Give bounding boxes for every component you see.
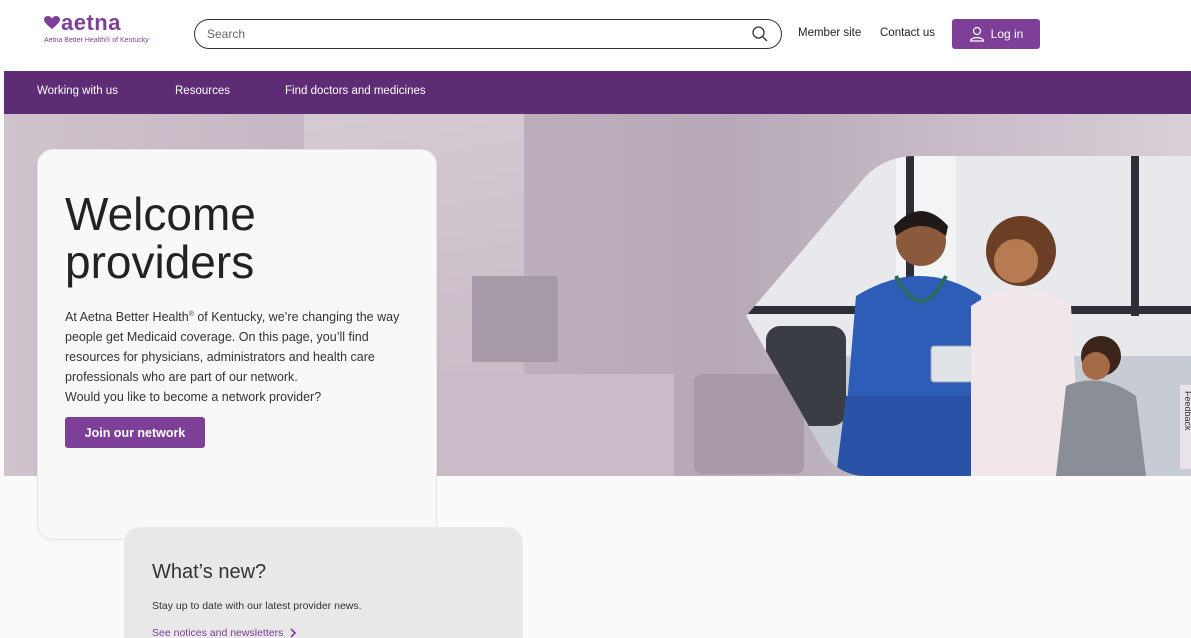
chevron-right-icon	[290, 628, 297, 638]
nav-item-resources[interactable]: Resources	[175, 85, 230, 97]
nav-item-working-with-us[interactable]: Working with us	[37, 85, 118, 97]
search-bar[interactable]	[194, 19, 782, 49]
aetna-logo[interactable]: aetna Aetna Better Health® of Kentucky	[44, 12, 174, 52]
notices-newsletters-link[interactable]: See notices and newsletters	[152, 627, 297, 638]
title-line-1: Welcome	[65, 188, 256, 240]
welcome-question: Would you like to become a network provi…	[65, 390, 322, 405]
welcome-description: At Aetna Better Health® of Kentucky, we’…	[65, 305, 415, 407]
title-line-2: providers	[65, 236, 255, 288]
search-input[interactable]	[207, 27, 751, 41]
welcome-card: Welcome providers At Aetna Better Health…	[37, 149, 437, 540]
heart-logo-icon	[44, 16, 60, 29]
whats-new-card: What’s new? Stay up to date with our lat…	[124, 527, 523, 638]
logo-mark: aetna	[44, 12, 174, 34]
site-header: aetna Aetna Better Health® of Kentucky M…	[0, 0, 1191, 71]
join-network-button[interactable]: Join our network	[65, 417, 205, 448]
login-label: Log in	[990, 27, 1024, 41]
member-site-link[interactable]: Member site	[798, 27, 861, 39]
user-icon	[969, 26, 984, 42]
feedback-tab[interactable]: Feedback	[1179, 384, 1191, 470]
whats-new-title: What’s new?	[152, 561, 267, 583]
hero-background-monitor	[472, 276, 558, 362]
logo-subtitle: Aetna Better Health® of Kentucky	[44, 37, 149, 44]
hero-photo-doctor-family	[746, 156, 1191, 476]
login-button[interactable]: Log in	[952, 19, 1040, 49]
page-title: Welcome providers	[65, 190, 425, 286]
hero-background-desk	[424, 374, 674, 476]
welcome-body-part1: At Aetna Better Health	[65, 310, 189, 325]
search-icon[interactable]	[751, 25, 769, 43]
logo-text: aetna	[61, 10, 121, 35]
main-nav: Working with us Resources Find doctors a…	[4, 71, 1191, 114]
contact-us-link[interactable]: Contact us	[880, 27, 935, 39]
feedback-label: Feedback	[1183, 391, 1191, 431]
nav-item-find-doctors[interactable]: Find doctors and medicines	[285, 85, 426, 97]
notices-newsletters-label: See notices and newsletters	[152, 627, 284, 638]
whats-new-text: Stay up to date with our latest provider…	[152, 600, 362, 612]
